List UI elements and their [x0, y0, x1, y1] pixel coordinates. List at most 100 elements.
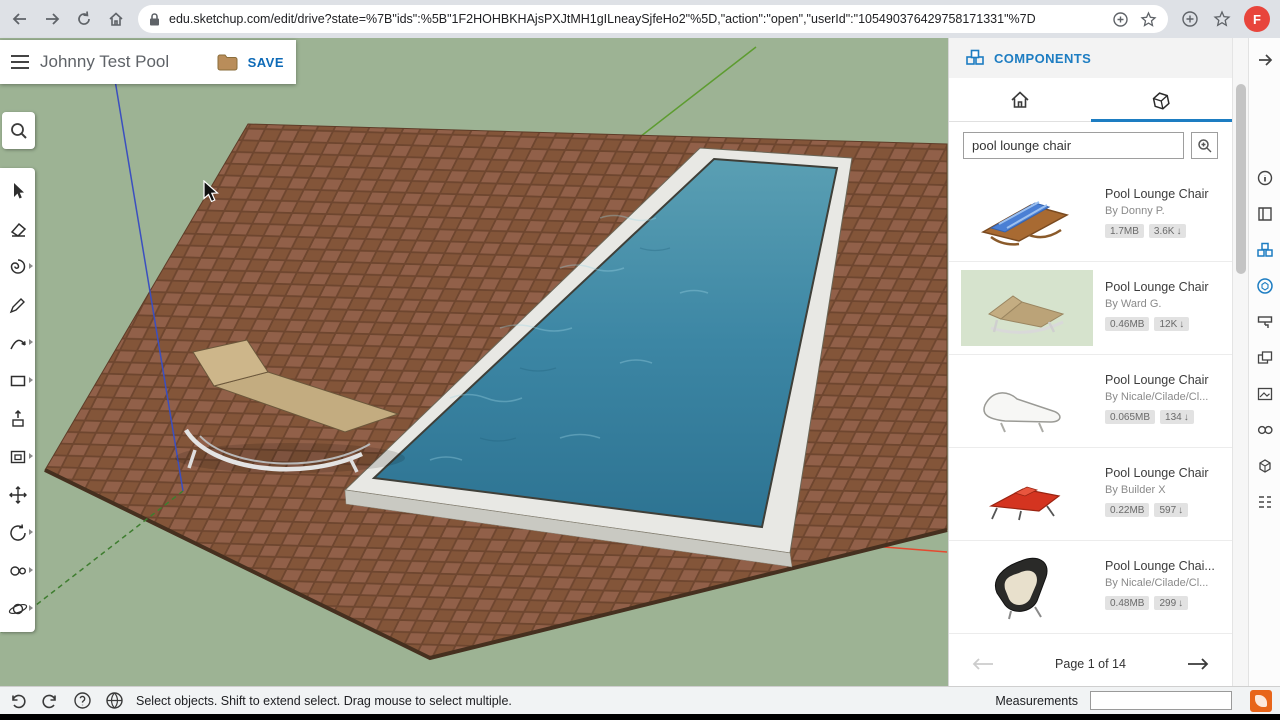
taskbar-app-icon[interactable] — [1250, 689, 1272, 712]
result-item[interactable]: Pool Lounge Chair By Donny P. 1.7MB 3.6K… — [949, 169, 1232, 262]
soften-edges-icon[interactable] — [1253, 418, 1277, 442]
model-scene — [0, 38, 948, 686]
status-bar: Select objects. Shift to extend select. … — [0, 686, 1280, 714]
collapse-panel-button[interactable] — [1253, 48, 1277, 72]
components-tabs — [949, 78, 1232, 122]
materials-icon[interactable] — [1253, 310, 1277, 334]
result-author: By Nicale/Cilade/Cl... — [1105, 577, 1209, 589]
pencil-icon — [9, 298, 25, 314]
scenes-icon[interactable] — [1253, 382, 1277, 406]
redo-button[interactable] — [40, 691, 60, 711]
result-thumbnail — [961, 363, 1093, 439]
styles-icon[interactable] — [1253, 346, 1277, 370]
result-item[interactable]: Pool Lounge Chair By Nicale/Cilade/Cl...… — [949, 355, 1232, 448]
measurements-label: Measurements — [995, 693, 1078, 708]
push-pull-tool[interactable] — [3, 404, 33, 434]
download-icon: ↓ — [1178, 504, 1184, 516]
select-icon — [13, 183, 24, 199]
size-badge: 1.7MB — [1105, 224, 1144, 238]
search-model-button[interactable] — [2, 112, 35, 149]
menu-hamburger-icon[interactable] — [10, 54, 30, 70]
downloads-badge: 3.6K ↓ — [1148, 224, 1187, 238]
profile-avatar[interactable]: F — [1244, 6, 1270, 32]
result-item[interactable]: Pool Lounge Chair By Ward G. 0.46MB 12K ↓ — [949, 262, 1232, 355]
components-panel-header: COMPONENTS — [949, 38, 1232, 78]
eraser-tool[interactable] — [3, 214, 33, 244]
warehouse-search — [949, 122, 1232, 169]
model-title: Johnny Test Pool — [40, 52, 170, 71]
warehouse-panel-icon[interactable] — [1253, 274, 1277, 298]
forward-button[interactable] — [42, 9, 62, 29]
tab-home[interactable] — [949, 78, 1091, 121]
browser-toolbar: edu.sketchup.com/edit/drive?state=%7B"id… — [0, 0, 1280, 38]
panel-scrollbar[interactable] — [1232, 38, 1248, 686]
save-button[interactable]: SAVE — [248, 55, 284, 70]
rectangle-tool[interactable] — [3, 366, 33, 396]
help-button[interactable] — [72, 691, 92, 711]
tape-measure-tool[interactable] — [3, 556, 33, 586]
result-item[interactable]: Pool Lounge Chai... By Nicale/Cilade/Cl.… — [949, 541, 1232, 634]
home-icon — [1011, 91, 1029, 108]
address-bar[interactable]: edu.sketchup.com/edit/drive?state=%7B"id… — [138, 5, 1168, 33]
result-thumbnail — [961, 270, 1093, 346]
arc-tool[interactable] — [3, 328, 33, 358]
result-thumbnail — [961, 456, 1093, 532]
rotate-tool[interactable] — [3, 518, 33, 548]
arc-icon — [9, 339, 26, 350]
scrollbar-thumb[interactable] — [1236, 84, 1246, 274]
canvas-3d-viewport[interactable]: Johnny Test Pool SAVE — [0, 38, 948, 686]
lock-icon — [150, 12, 159, 25]
size-badge: 0.46MB — [1105, 317, 1150, 331]
search-results-list: Pool Lounge Chair By Donny P. 1.7MB 3.6K… — [949, 169, 1232, 642]
warehouse-search-input[interactable] — [963, 132, 1184, 159]
plus-circle-icon[interactable] — [1110, 9, 1130, 29]
folder-icon[interactable] — [217, 54, 238, 71]
result-author: By Builder X — [1105, 484, 1166, 496]
entity-info-icon[interactable] — [1253, 166, 1277, 190]
move-icon — [8, 486, 27, 504]
offset-icon — [10, 450, 25, 464]
prev-page-button[interactable] — [971, 657, 995, 671]
result-author: By Nicale/Cilade/Cl... — [1105, 391, 1209, 403]
search-go-icon — [1197, 138, 1211, 152]
undo-button[interactable] — [8, 691, 28, 711]
home-button[interactable] — [106, 9, 126, 29]
line-tool[interactable] — [3, 290, 33, 320]
star-icon[interactable] — [1212, 9, 1232, 29]
result-author: By Donny P. — [1105, 205, 1165, 217]
push-pull-icon — [11, 409, 24, 427]
outliner-icon[interactable] — [1253, 490, 1277, 514]
components-panel-icon[interactable] — [1253, 238, 1277, 262]
search-submit-button[interactable] — [1191, 132, 1218, 159]
downloads-badge: 597 ↓ — [1154, 503, 1189, 517]
components-icon — [966, 49, 984, 65]
result-item[interactable]: Pool Lounge Chair By Builder X 0.22MB 59… — [949, 448, 1232, 541]
result-thumbnail — [961, 549, 1093, 625]
move-tool[interactable] — [3, 480, 33, 510]
reload-button[interactable] — [74, 9, 94, 29]
mouse-cursor — [203, 180, 219, 203]
language-globe-button[interactable] — [104, 691, 124, 711]
views-icon[interactable] — [1253, 454, 1277, 478]
size-badge: 0.065MB — [1105, 410, 1156, 424]
result-title: Pool Lounge Chair — [1105, 373, 1209, 387]
paint-icon — [10, 259, 25, 274]
bookmark-star-icon[interactable] — [1138, 9, 1158, 29]
app-header: Johnny Test Pool SAVE — [0, 40, 296, 84]
zoom-tools-icon[interactable] — [1180, 9, 1200, 29]
select-tool[interactable] — [3, 176, 33, 206]
rotate-icon — [9, 524, 26, 541]
downloads-badge: 134 ↓ — [1160, 410, 1194, 424]
next-page-button[interactable] — [1186, 657, 1210, 671]
page-indicator: Page 1 of 14 — [1055, 657, 1126, 671]
paint-tool[interactable] — [3, 252, 33, 282]
offset-tool[interactable] — [3, 442, 33, 472]
download-icon: ↓ — [1179, 318, 1185, 330]
orbit-tool[interactable] — [3, 594, 33, 624]
panel-title: COMPONENTS — [994, 50, 1092, 66]
url-text: edu.sketchup.com/edit/drive?state=%7B"id… — [169, 12, 1036, 26]
tab-3d-warehouse[interactable] — [1090, 78, 1233, 122]
measurements-input[interactable] — [1090, 691, 1232, 710]
back-button[interactable] — [10, 9, 30, 29]
instructor-icon[interactable] — [1253, 202, 1277, 226]
